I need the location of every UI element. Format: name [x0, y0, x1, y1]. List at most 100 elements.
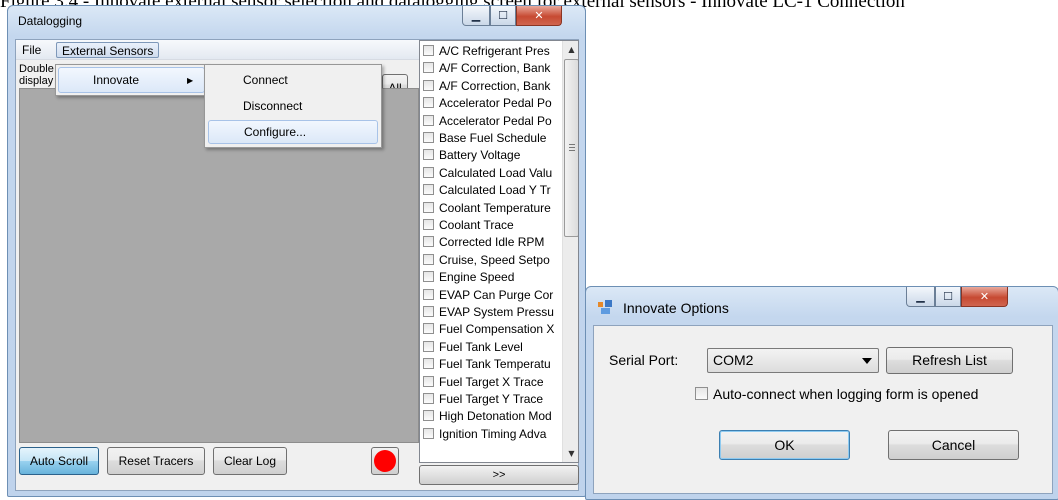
sensor-checkbox[interactable]: [423, 219, 434, 230]
sensor-label: Fuel Target Y Trace: [439, 392, 544, 406]
sensor-checkbox[interactable]: [423, 375, 434, 387]
sensor-checkbox[interactable]: [423, 97, 434, 109]
sensor-checkbox[interactable]: [423, 62, 434, 74]
sensor-list-item[interactable]: Battery Voltage: [423, 147, 561, 163]
sensor-list-item[interactable]: Fuel Target Y Trace: [423, 391, 561, 407]
sensor-checkbox[interactable]: [423, 149, 434, 161]
menu-item-connect-label: Connect: [243, 73, 288, 87]
auto-connect-row[interactable]: Auto-connect when logging form is opened: [695, 386, 978, 402]
minimize-button[interactable]: ▁: [462, 6, 490, 26]
innovate-options-window: Innovate Options ▁ ☐ ✕ Serial Port: COM2…: [585, 286, 1058, 500]
scroll-up-icon[interactable]: ▲: [563, 41, 578, 58]
menu-external-sensors[interactable]: External Sensors: [56, 42, 160, 58]
auto-connect-checkbox[interactable]: [695, 387, 708, 400]
sensor-list-scrollbar[interactable]: ▲ ▼: [562, 41, 578, 462]
sensor-label: A/C Refrigerant Pres: [439, 44, 550, 58]
maximize-button[interactable]: ☐: [490, 6, 516, 26]
sensor-list-item[interactable]: EVAP System Pressu: [423, 304, 561, 320]
menu-item-connect[interactable]: Connect: [208, 68, 378, 92]
sensor-checkbox[interactable]: [423, 132, 434, 143]
maximize-icon: ☐: [943, 290, 953, 303]
scroll-thumb[interactable]: [564, 59, 578, 237]
innovate-submenu: Connect Disconnect Configure...: [204, 64, 382, 148]
menu-item-disconnect[interactable]: Disconnect: [208, 94, 378, 118]
sensor-label: Base Fuel Schedule: [439, 131, 547, 145]
sensor-checkbox[interactable]: [423, 340, 434, 352]
expand-list-button[interactable]: >>: [419, 465, 579, 485]
sensor-list-item[interactable]: Accelerator Pedal Po: [423, 95, 561, 111]
sensor-list-item[interactable]: EVAP Can Purge Cor: [423, 287, 561, 303]
chevron-down-icon: [862, 358, 872, 364]
reset-tracers-button[interactable]: Reset Tracers: [107, 447, 205, 475]
sensor-list-item[interactable]: Accelerator Pedal Po: [423, 113, 561, 129]
sensor-list-item[interactable]: A/C Refrigerant Pres: [423, 43, 561, 59]
sensor-label: Fuel Tank Level: [439, 339, 523, 354]
sensor-list-item[interactable]: Base Fuel Schedule: [423, 130, 561, 146]
refresh-list-button[interactable]: Refresh List: [886, 347, 1013, 374]
sensor-checkbox[interactable]: [423, 79, 434, 91]
sensor-list-item[interactable]: Fuel Tank Temperatu: [423, 356, 561, 372]
close-button[interactable]: ✕: [516, 6, 562, 26]
sensor-checkbox[interactable]: [423, 114, 434, 126]
sensor-list-item[interactable]: Calculated Load Valu: [423, 165, 561, 181]
sensor-label: Coolant Temperature: [439, 200, 551, 215]
sensor-label: EVAP Can Purge Cor: [439, 287, 554, 302]
sensor-list-item[interactable]: Coolant Temperature: [423, 200, 561, 216]
sensor-list-item[interactable]: High Detonation Mod: [423, 408, 561, 424]
sensor-list[interactable]: A/C Refrigerant Pres A/F Correction, Bank…: [419, 40, 579, 463]
auto-scroll-button[interactable]: Auto Scroll: [19, 447, 99, 475]
clear-log-button[interactable]: Clear Log: [213, 447, 287, 475]
sensor-list-item[interactable]: Fuel Target X Trace: [423, 374, 561, 390]
sensor-checkbox[interactable]: [423, 393, 434, 404]
sensor-checkbox[interactable]: [423, 358, 434, 370]
sensor-checkbox[interactable]: [423, 323, 434, 335]
sensor-label: Fuel Tank Temperatu: [439, 357, 551, 372]
sensor-list-item[interactable]: Cruise, Speed Setpo: [423, 252, 561, 268]
close-icon: ✕: [534, 9, 544, 22]
sensor-checkbox[interactable]: [423, 288, 434, 300]
menu-item-configure[interactable]: Configure...: [208, 120, 378, 144]
sensor-checkbox[interactable]: [423, 410, 434, 422]
io-minimize-button[interactable]: ▁: [906, 287, 935, 307]
minimize-icon: ▁: [471, 9, 481, 22]
menu-item-disconnect-label: Disconnect: [243, 99, 303, 113]
sensor-checkbox[interactable]: [423, 166, 434, 178]
record-button[interactable]: [371, 447, 399, 475]
menu-item-innovate[interactable]: Innovate ▶: [58, 67, 205, 93]
sensor-list-item[interactable]: Ignition Timing Adva: [423, 426, 561, 442]
sensor-list-item[interactable]: A/F Correction, Bank: [423, 60, 561, 76]
sensor-checkbox[interactable]: [423, 253, 434, 265]
menu-item-innovate-label: Innovate: [93, 73, 140, 87]
sensor-label: Engine Speed: [439, 270, 515, 285]
sensor-list-item[interactable]: Coolant Trace: [423, 217, 561, 233]
menu-file[interactable]: File: [17, 42, 46, 58]
sensor-list-item[interactable]: Engine Speed: [423, 269, 561, 285]
sensor-checkbox[interactable]: [423, 184, 434, 196]
sensor-checkbox[interactable]: [423, 306, 434, 317]
grip-line: [569, 150, 575, 151]
grip-line: [569, 147, 575, 148]
sensor-list-item[interactable]: Fuel Tank Level: [423, 339, 561, 355]
external-sensors-menu: Innovate ▶: [55, 64, 208, 96]
sensor-checkbox[interactable]: [423, 236, 434, 248]
auto-connect-label: Auto-connect when logging form is opened: [713, 386, 979, 402]
minimize-icon: ▁: [916, 290, 925, 303]
sensor-checkbox[interactable]: [423, 201, 434, 213]
sensor-checkbox[interactable]: [423, 45, 434, 56]
sensor-checkbox[interactable]: [423, 427, 434, 439]
sensor-label: Calculated Load Valu: [439, 165, 553, 180]
sensor-list-item[interactable]: Calculated Load Y Tr: [423, 182, 561, 198]
sensor-list-item[interactable]: Fuel Compensation X: [423, 321, 561, 337]
io-maximize-button[interactable]: ☐: [935, 287, 961, 307]
sensor-checkbox[interactable]: [423, 271, 434, 283]
record-icon: [374, 450, 396, 472]
io-close-button[interactable]: ✕: [961, 287, 1008, 307]
sensor-list-item[interactable]: A/F Correction, Bank: [423, 78, 561, 94]
serial-port-select[interactable]: COM2: [707, 348, 879, 373]
sensor-list-item[interactable]: Corrected Idle RPM: [423, 234, 561, 250]
scroll-down-icon[interactable]: ▼: [563, 445, 578, 462]
sensor-label: A/F Correction, Bank: [439, 61, 551, 76]
sensor-label: Corrected Idle RPM: [439, 235, 545, 250]
ok-button[interactable]: OK: [719, 430, 850, 460]
cancel-button[interactable]: Cancel: [888, 430, 1019, 460]
